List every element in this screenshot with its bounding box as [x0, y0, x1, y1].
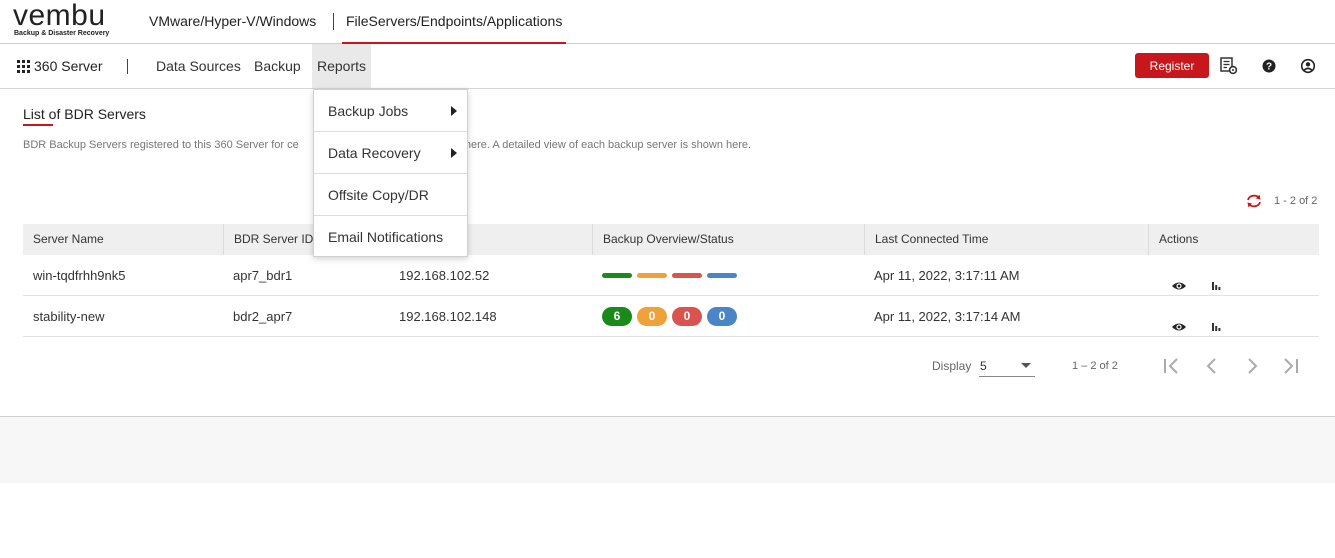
- record-range-top: 1 - 2 of 2: [1274, 195, 1318, 207]
- status-count-warning[interactable]: 0: [637, 307, 667, 326]
- column-header-last-connected[interactable]: Last Connected Time: [864, 224, 1148, 255]
- submenu-arrow-icon: [451, 148, 457, 158]
- first-page-icon[interactable]: [1162, 356, 1182, 376]
- display-label: Display: [932, 359, 972, 373]
- vembu-logo[interactable]: vembu Backup & Disaster Recovery: [13, 0, 118, 39]
- reports-dropdown-menu: Backup Jobs Data Recovery Offsite Copy/D…: [313, 89, 468, 257]
- server-name-cell: win-tqdfrhh9nk5: [33, 268, 126, 283]
- tab-fileservers-endpoints-applications[interactable]: FileServers/Endpoints/Applications: [342, 0, 567, 44]
- menu-item-backup-jobs[interactable]: Backup Jobs: [314, 90, 467, 132]
- help-icon[interactable]: ?: [1261, 57, 1279, 75]
- status-bar-failed: [672, 273, 702, 278]
- submenu-arrow-icon: [451, 106, 457, 116]
- bdr-id-cell: bdr2_apr7: [233, 309, 293, 324]
- svg-text:?: ?: [1266, 62, 1272, 73]
- last-page-icon[interactable]: [1281, 356, 1301, 376]
- status-bar-warning: [637, 273, 667, 278]
- column-header-actions: Actions: [1148, 224, 1319, 255]
- app-name[interactable]: 360 Server: [34, 58, 102, 74]
- title-underline: [23, 124, 53, 126]
- logo-text: vembu: [13, 0, 106, 32]
- actions-cell: [1148, 296, 1319, 337]
- table-header: Server Name BDR Server ID Backup Overvie…: [23, 224, 1319, 255]
- ip-address-cell: 192.168.102.148: [399, 309, 497, 324]
- nav-item-data-sources[interactable]: Data Sources: [156, 44, 241, 88]
- nav-bar: 360 Server Data Sources Backup Reports R…: [0, 44, 1335, 89]
- bar-chart-icon[interactable]: [1208, 309, 1224, 331]
- apps-grid-icon[interactable]: [17, 60, 30, 73]
- page-size-value: 5: [980, 359, 987, 373]
- menu-item-data-recovery[interactable]: Data Recovery: [314, 132, 467, 174]
- status-count-success[interactable]: 6: [602, 307, 632, 326]
- column-header-server-name[interactable]: Server Name: [23, 224, 223, 255]
- server-name-cell: stability-new: [33, 309, 105, 324]
- menu-item-offsite-copy-dr[interactable]: Offsite Copy/DR: [314, 174, 467, 216]
- tab-vmware-hyperv-windows[interactable]: VMware/Hyper-V/Windows: [149, 0, 316, 44]
- table-row[interactable]: win-tqdfrhh9nk5 apr7_bdr1 192.168.102.52…: [23, 255, 1319, 296]
- status-bar-success: [602, 273, 632, 278]
- ip-address-cell: 192.168.102.52: [399, 268, 490, 283]
- view-eye-icon[interactable]: [1171, 268, 1187, 290]
- status-count-failed[interactable]: 0: [672, 307, 702, 326]
- status-count-info[interactable]: 0: [707, 307, 737, 326]
- nav-divider: [127, 59, 128, 74]
- menu-item-label: Email Notifications: [328, 229, 444, 245]
- footer-area: [0, 417, 1335, 483]
- menu-item-label: Backup Jobs: [328, 103, 409, 119]
- page-description-left: BDR Backup Servers registered to this 36…: [23, 139, 299, 151]
- bar-chart-icon[interactable]: [1208, 268, 1224, 290]
- table-row[interactable]: stability-new bdr2_apr7 192.168.102.148 …: [23, 296, 1319, 337]
- view-eye-icon[interactable]: [1171, 309, 1187, 331]
- menu-item-email-notifications[interactable]: Email Notifications: [314, 216, 467, 258]
- register-button[interactable]: Register: [1135, 53, 1209, 78]
- page-description-right: d here. A detailed view of each backup s…: [455, 139, 752, 151]
- page-size-select[interactable]: 5: [979, 353, 1035, 377]
- menu-item-label: Data Recovery: [328, 145, 421, 161]
- record-range-bottom: 1 – 2 of 2: [1072, 360, 1118, 372]
- backup-status-counts[interactable]: 6 0 0 0: [592, 296, 864, 337]
- chevron-down-icon: [1021, 363, 1031, 368]
- bdr-id-cell: apr7_bdr1: [233, 268, 293, 283]
- top-bar: vembu Backup & Disaster Recovery VMware/…: [0, 0, 1335, 44]
- user-account-icon[interactable]: [1300, 57, 1318, 75]
- page-title: List of BDR Servers: [23, 106, 146, 122]
- logo-tagline: Backup & Disaster Recovery: [14, 30, 110, 37]
- nav-item-reports[interactable]: Reports: [312, 44, 372, 88]
- server-settings-icon[interactable]: [1220, 57, 1238, 75]
- tab-divider: [333, 13, 334, 30]
- status-bar-info: [707, 273, 737, 278]
- nav-item-backup[interactable]: Backup: [254, 44, 301, 88]
- actions-cell: [1148, 255, 1319, 296]
- last-connected-cell: Apr 11, 2022, 3:17:14 AM: [874, 309, 1021, 324]
- previous-page-icon[interactable]: [1202, 356, 1222, 376]
- refresh-icon[interactable]: [1245, 193, 1263, 209]
- column-header-backup-overview[interactable]: Backup Overview/Status: [592, 224, 864, 255]
- menu-item-label: Offsite Copy/DR: [328, 187, 429, 203]
- next-page-icon[interactable]: [1242, 356, 1262, 376]
- backup-status-bars[interactable]: [592, 255, 864, 296]
- last-connected-cell: Apr 11, 2022, 3:17:11 AM: [874, 268, 1020, 283]
